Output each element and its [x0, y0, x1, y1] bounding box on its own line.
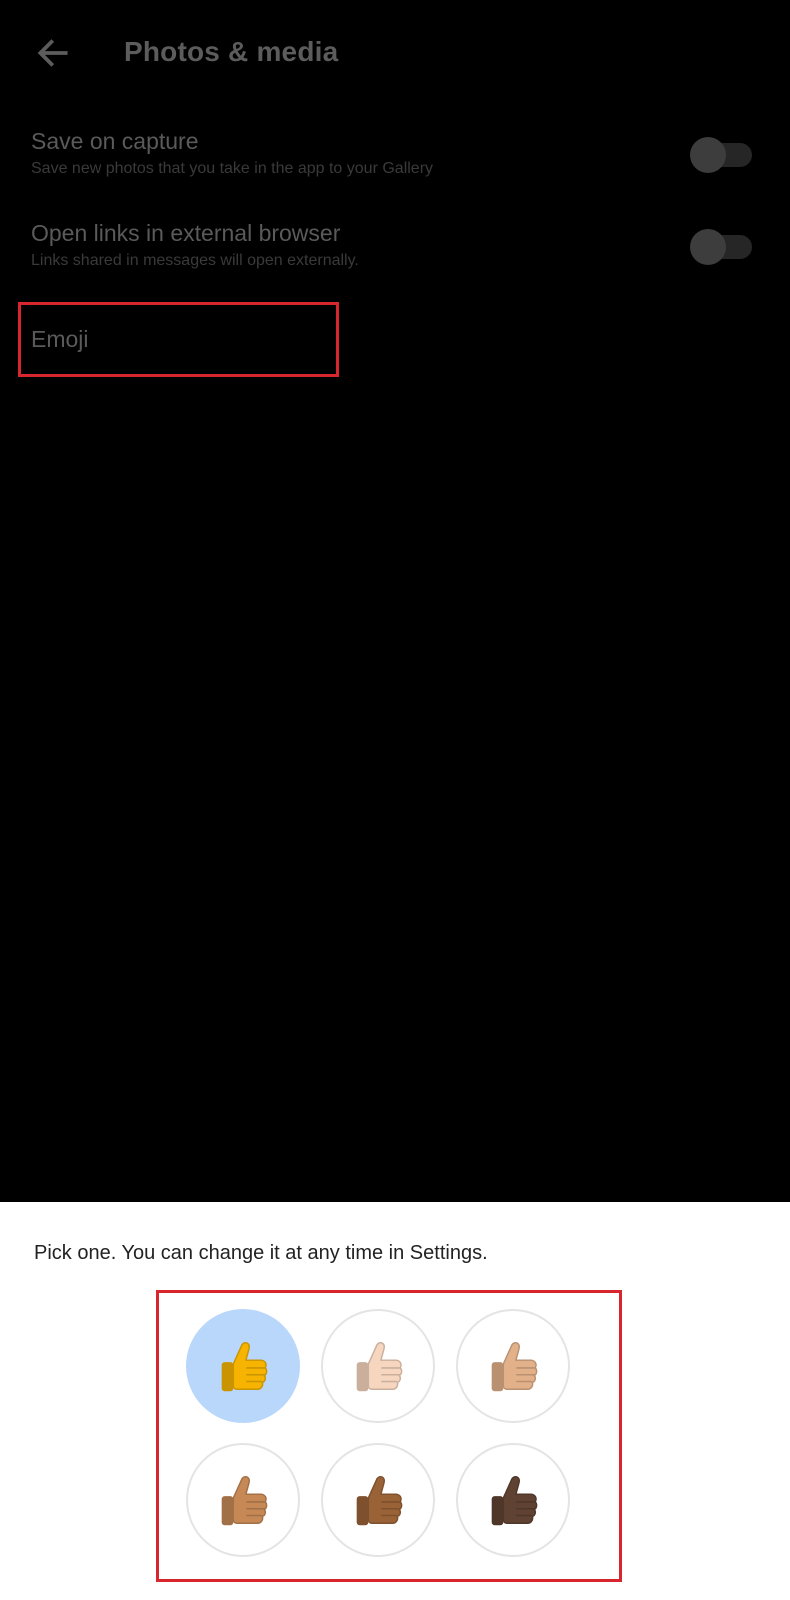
emoji-options-highlight: [156, 1290, 622, 1582]
setting-save-on-capture[interactable]: Save on capture Save new photos that you…: [31, 126, 761, 180]
thumbs-up-icon: [356, 1476, 403, 1526]
thumbs-up-icon: [221, 1342, 268, 1392]
thumbs-up-icon: [491, 1342, 538, 1392]
sheet-prompt: Pick one. You can change it at any time …: [34, 1242, 488, 1264]
setting-title: Open links in external browser: [31, 220, 341, 246]
setting-title: Save on capture: [31, 128, 199, 154]
setting-open-links-external[interactable]: Open links in external browser Links sha…: [31, 218, 761, 272]
arrow-left-icon: [37, 39, 68, 67]
thumbs-up-icon: [356, 1342, 403, 1392]
open-links-external-toggle[interactable]: [690, 229, 752, 265]
emoji-option-default[interactable]: [186, 1309, 300, 1423]
emoji-option-dark[interactable]: [456, 1443, 570, 1557]
settings-page: [0, 0, 790, 1200]
thumbs-up-icon: [221, 1476, 268, 1526]
toggle-knob: [690, 137, 726, 173]
setting-subtitle: Save new photos that you take in the app…: [31, 160, 434, 177]
back-button[interactable]: [30, 30, 76, 76]
emoji-option-light[interactable]: [321, 1309, 435, 1423]
emoji-picker-sheet: Pick one. You can change it at any time …: [0, 1202, 790, 1600]
save-on-capture-toggle[interactable]: [690, 137, 752, 173]
emoji-option-medium-dark[interactable]: [321, 1443, 435, 1557]
screen: Photos & media Save on capture Save new …: [0, 0, 790, 1600]
emoji-option-medium[interactable]: [186, 1443, 300, 1557]
setting-subtitle: Links shared in messages will open exter…: [31, 252, 359, 269]
toggle-knob: [690, 229, 726, 265]
thumbs-up-icon: [491, 1476, 538, 1526]
highlight-box: [18, 302, 339, 377]
page-title: Photos & media: [124, 36, 339, 67]
emoji-option-medium-light[interactable]: [456, 1309, 570, 1423]
